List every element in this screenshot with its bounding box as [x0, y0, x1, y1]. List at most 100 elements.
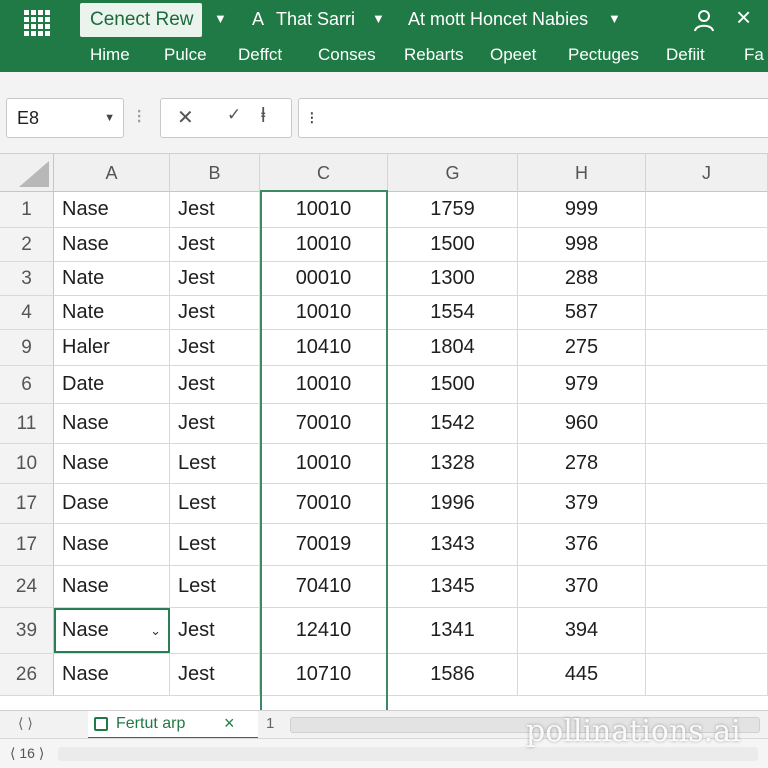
text-format-icon[interactable]: A [252, 8, 264, 30]
close-icon[interactable]: × [736, 2, 751, 32]
cell-b[interactable]: Jest [170, 296, 260, 329]
ribbon-item-two[interactable]: At mott Honcet Nabies [408, 8, 588, 30]
cell-g[interactable]: 1804 [388, 330, 518, 365]
cell-j[interactable] [646, 484, 768, 523]
cell-g[interactable]: 1500 [388, 366, 518, 403]
cell-j[interactable] [646, 404, 768, 443]
cell-b[interactable]: Lest [170, 524, 260, 565]
menu-item[interactable]: Defiit [666, 42, 705, 68]
menu-item[interactable]: Pulce [164, 42, 207, 68]
menu-item[interactable]: Deffct [238, 42, 282, 68]
cell-a[interactable]: Nase ⌄ [54, 608, 170, 653]
cell-h[interactable]: 587 [518, 296, 646, 329]
cell-j[interactable] [646, 366, 768, 403]
cell-c[interactable]: 10010 [260, 366, 388, 403]
chevron-down-icon[interactable]: ▼ [372, 11, 385, 26]
cell-b[interactable]: Jest [170, 192, 260, 227]
cell-b[interactable]: Jest [170, 366, 260, 403]
confirm-icon[interactable]: ✓ [227, 105, 241, 125]
formula-input[interactable]: ⁝ [298, 98, 768, 138]
cell-b[interactable]: Jest [170, 330, 260, 365]
column-header-c[interactable]: C [260, 154, 388, 192]
cell-b[interactable]: Jest [170, 404, 260, 443]
cell-c[interactable]: 70410 [260, 566, 388, 607]
row-header[interactable]: 17 [0, 524, 54, 565]
scroll-track[interactable] [58, 747, 758, 761]
cell-c[interactable]: 10010 [260, 192, 388, 227]
cell-a[interactable]: Date [54, 366, 170, 403]
cell-c[interactable]: 70010 [260, 404, 388, 443]
cell-c[interactable]: 00010 [260, 262, 388, 295]
row-header[interactable]: 2 [0, 228, 54, 261]
menu-item[interactable]: Conses [318, 42, 376, 68]
ribbon-item-one[interactable]: That Sarri [276, 8, 355, 30]
cell-c[interactable]: 70010 [260, 484, 388, 523]
cell-a[interactable]: Haler [54, 330, 170, 365]
row-header[interactable]: 6 [0, 366, 54, 403]
menu-item[interactable]: Rebarts [404, 42, 464, 68]
cell-j[interactable] [646, 228, 768, 261]
cell-c[interactable]: 10010 [260, 444, 388, 483]
cell-h[interactable]: 370 [518, 566, 646, 607]
cancel-icon[interactable]: ✕ [177, 105, 194, 130]
cell-a[interactable]: Nase [54, 404, 170, 443]
cell-h[interactable]: 445 [518, 654, 646, 695]
cell-b[interactable]: Jest [170, 654, 260, 695]
cell-j[interactable] [646, 262, 768, 295]
chevron-down-icon[interactable]: ▼ [608, 11, 621, 26]
sheet-tab-active[interactable]: Fertut arp × [88, 711, 258, 739]
column-header-j[interactable]: J [646, 154, 768, 192]
cell-a[interactable]: Nase [54, 524, 170, 565]
cell-g[interactable]: 1542 [388, 404, 518, 443]
app-launcher-icon[interactable] [22, 8, 52, 38]
chevron-down-icon[interactable]: ▼ [104, 99, 115, 137]
cell-h[interactable]: 394 [518, 608, 646, 653]
cell-g[interactable]: 1345 [388, 566, 518, 607]
row-header[interactable]: 10 [0, 444, 54, 483]
cell-h[interactable]: 960 [518, 404, 646, 443]
cell-b[interactable]: Jest [170, 228, 260, 261]
cell-dropdown-icon[interactable]: ⌄ [150, 623, 161, 639]
account-icon[interactable] [692, 8, 716, 32]
row-header[interactable]: 9 [0, 330, 54, 365]
cell-g[interactable]: 1341 [388, 608, 518, 653]
cell-j[interactable] [646, 566, 768, 607]
document-title[interactable]: Cenect Rew [80, 3, 202, 37]
sheet-nav-arrows[interactable]: ⟨ ⟩ [18, 715, 33, 732]
cell-h[interactable]: 288 [518, 262, 646, 295]
cell-h[interactable]: 998 [518, 228, 646, 261]
cell-c[interactable]: 10410 [260, 330, 388, 365]
menu-item[interactable]: Pectuges [568, 42, 639, 68]
select-all-corner[interactable] [0, 154, 54, 192]
row-header[interactable]: 3 [0, 262, 54, 295]
close-icon[interactable]: × [224, 713, 235, 734]
cell-c[interactable]: 10010 [260, 228, 388, 261]
column-header-a[interactable]: A [54, 154, 170, 192]
cell-j[interactable] [646, 296, 768, 329]
cell-j[interactable] [646, 524, 768, 565]
menu-item[interactable]: Hime [90, 42, 130, 68]
cell-b[interactable]: Lest [170, 484, 260, 523]
cell-g[interactable]: 1554 [388, 296, 518, 329]
column-header-h[interactable]: H [518, 154, 646, 192]
cell-a[interactable]: Nase [54, 444, 170, 483]
more-options-icon[interactable]: ⁝ [136, 104, 142, 129]
row-header[interactable]: 11 [0, 404, 54, 443]
cell-g[interactable]: 1300 [388, 262, 518, 295]
cell-a[interactable]: Nase [54, 654, 170, 695]
row-header[interactable]: 4 [0, 296, 54, 329]
cell-h[interactable]: 999 [518, 192, 646, 227]
row-header[interactable]: 17 [0, 484, 54, 523]
row-header[interactable]: 26 [0, 654, 54, 695]
column-header-b[interactable]: B [170, 154, 260, 192]
page-nav[interactable]: ⟨ 16 ⟩ [10, 745, 44, 762]
cell-h[interactable]: 275 [518, 330, 646, 365]
function-icon[interactable]: ⱡ [261, 105, 265, 128]
row-header[interactable]: 1 [0, 192, 54, 227]
cell-g[interactable]: 1759 [388, 192, 518, 227]
menu-item[interactable]: Opeet [490, 42, 536, 68]
menu-item[interactable]: Fa [744, 42, 764, 68]
cell-c[interactable]: 10710 [260, 654, 388, 695]
cell-j[interactable] [646, 444, 768, 483]
cell-a[interactable]: Nate [54, 296, 170, 329]
